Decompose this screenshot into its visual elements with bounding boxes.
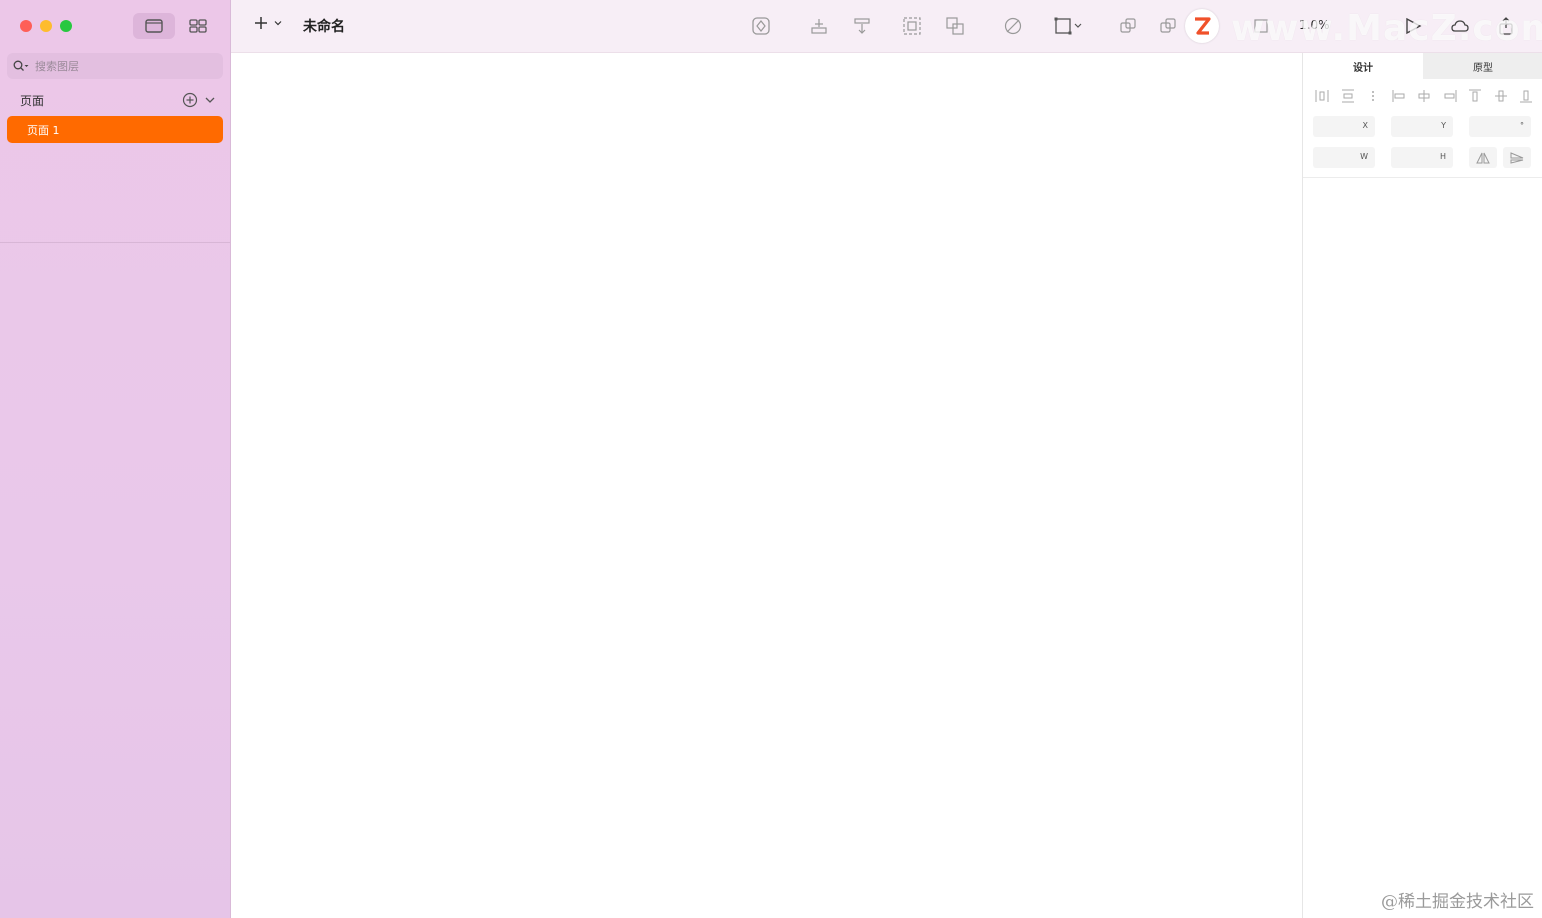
align-center-vertical-icon xyxy=(1494,90,1507,102)
align-left-icon xyxy=(1392,90,1404,102)
align-bottom-icon xyxy=(1520,90,1532,103)
distribute-horizontal-button[interactable] xyxy=(1313,87,1331,105)
chevron-down-icon[interactable] xyxy=(204,94,216,106)
flip-vertical-icon xyxy=(1510,151,1524,164)
geometry-fields: X Y ° W H xyxy=(1313,116,1535,178)
sidebar: 页面 页面 1 xyxy=(0,0,231,918)
align-top-icon xyxy=(1469,89,1481,102)
flip-horizontal-icon xyxy=(1476,152,1490,163)
subtract-icon xyxy=(1160,18,1176,33)
align-top-button[interactable] xyxy=(1466,87,1484,105)
y-label: Y xyxy=(1441,121,1446,130)
sidebar-divider xyxy=(0,242,230,243)
mask-icon xyxy=(1004,17,1022,35)
flip-vertical-button[interactable] xyxy=(1503,147,1531,168)
union-icon xyxy=(1120,18,1136,33)
app-window: 页面 页面 1 xyxy=(0,0,1542,918)
distribute-vertical-icon xyxy=(1341,89,1354,103)
search-icon xyxy=(13,60,29,71)
page-item-label: 页面 1 xyxy=(27,123,60,137)
x-label: X xyxy=(1362,121,1368,130)
align-right-button[interactable] xyxy=(1441,87,1459,105)
document-title: 未命名 xyxy=(303,19,345,35)
more-options-button[interactable] xyxy=(1364,87,1382,105)
close-window-button[interactable] xyxy=(20,20,32,32)
canvas[interactable] xyxy=(231,53,1302,918)
distribute-horizontal-icon xyxy=(1315,90,1329,102)
ungroup-icon xyxy=(946,17,964,35)
align-center-h-button[interactable] xyxy=(1415,87,1433,105)
group-icon xyxy=(903,17,921,35)
more-vertical-icon xyxy=(1372,91,1374,101)
search-input[interactable] xyxy=(33,58,207,74)
h-label: H xyxy=(1439,152,1446,161)
w-label: W xyxy=(1360,152,1368,161)
group-button[interactable] xyxy=(900,14,924,38)
union-button[interactable] xyxy=(1116,14,1140,38)
window-controls xyxy=(20,20,72,32)
width-field[interactable]: W xyxy=(1313,147,1375,168)
rotation-label: ° xyxy=(1520,121,1524,130)
tab-design[interactable]: 设计 xyxy=(1303,53,1423,79)
page-item[interactable]: 页面 1 xyxy=(7,116,223,143)
inspector-panel: 设计 原型 X Y ° W H xyxy=(1302,53,1542,918)
inspector-divider xyxy=(1303,177,1542,178)
tidy-button[interactable] xyxy=(850,14,874,38)
inspector-tabs: 设计 原型 xyxy=(1303,53,1542,79)
mask-button[interactable] xyxy=(1001,14,1025,38)
height-field[interactable]: H xyxy=(1391,147,1453,168)
distribute-vertical-button[interactable] xyxy=(1339,87,1357,105)
symbol-button[interactable] xyxy=(749,14,773,38)
flip-horizontal-button[interactable] xyxy=(1469,147,1497,168)
single-view-button[interactable] xyxy=(133,13,175,39)
insert-button[interactable] xyxy=(253,15,283,31)
z-logo xyxy=(1185,9,1219,43)
rotation-field[interactable]: ° xyxy=(1469,116,1531,137)
grid-icon xyxy=(189,19,207,33)
alignment-toolbar xyxy=(1313,87,1535,105)
align-right-icon xyxy=(1444,90,1456,102)
align-center-horizontal-icon xyxy=(1418,90,1430,102)
frame-icon xyxy=(1054,17,1082,35)
boolean-menu-button[interactable] xyxy=(1049,14,1089,38)
plus-icon xyxy=(255,17,267,29)
toolbar: 未命名 1.0% www.MacZ.com xyxy=(231,0,1542,53)
site-watermark: www.MacZ.com xyxy=(1231,8,1542,49)
minimize-window-button[interactable] xyxy=(40,20,52,32)
ungroup-button[interactable] xyxy=(943,14,967,38)
single-panel-icon xyxy=(145,19,163,33)
zoom-window-button[interactable] xyxy=(60,20,72,32)
x-field[interactable]: X xyxy=(1313,116,1375,137)
align-bottom-button[interactable] xyxy=(1517,87,1535,105)
community-watermark: @稀土掘金技术社区 xyxy=(1381,892,1534,912)
chevron-down-icon xyxy=(274,21,282,26)
pages-actions xyxy=(182,92,216,108)
y-field[interactable]: Y xyxy=(1391,116,1453,137)
pages-header: 页面 xyxy=(20,90,220,110)
layer-search xyxy=(7,53,223,79)
sidebar-view-toggle xyxy=(133,13,219,39)
align-center-v-button[interactable] xyxy=(1492,87,1510,105)
distribute-icon xyxy=(811,19,827,34)
tidy-icon xyxy=(854,18,870,34)
grid-view-button[interactable] xyxy=(177,13,219,39)
pages-title: 页面 xyxy=(20,93,45,108)
tab-prototype[interactable]: 原型 xyxy=(1423,53,1542,79)
symbol-icon xyxy=(752,17,770,35)
z-logo-icon xyxy=(1195,17,1211,35)
subtract-button[interactable] xyxy=(1156,14,1180,38)
align-left-button[interactable] xyxy=(1390,87,1408,105)
distribute-button[interactable] xyxy=(807,14,831,38)
add-page-icon[interactable] xyxy=(182,92,198,108)
